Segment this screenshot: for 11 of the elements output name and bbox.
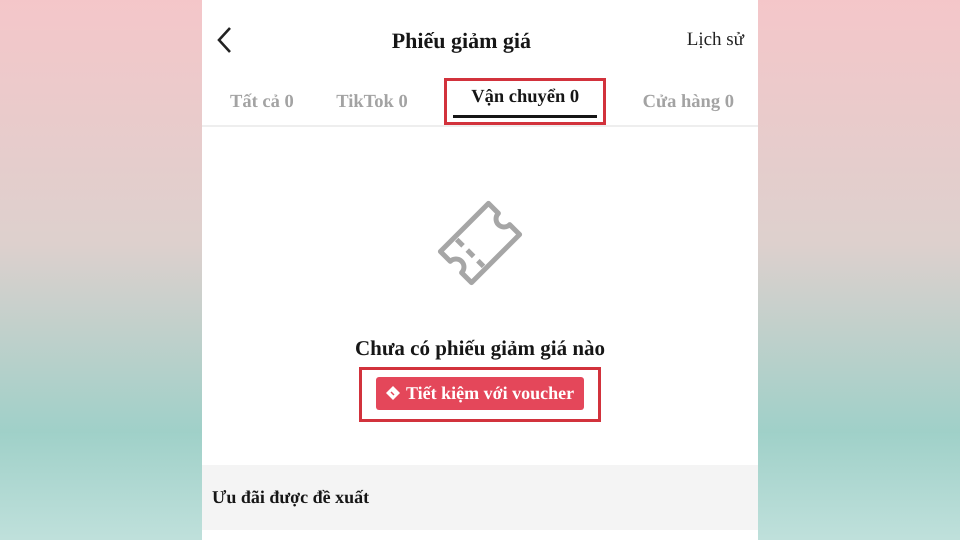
section-title: Ưu đãi được đề xuất [212,486,370,509]
tab[interactable]: Cửa hàng 0 [636,80,740,125]
tab[interactable]: Tất cả 0 [224,80,300,125]
empty-message: Chưa có phiếu giảm giá nào [354,335,606,362]
tab[interactable]: Vận chuyển 0 [453,81,598,118]
save-voucher-button[interactable]: Tiết kiệm với voucher [376,376,584,410]
history-link[interactable]: Lịch sử [686,26,744,54]
ticket-icon [386,386,400,400]
tab[interactable]: TikTok 0 [330,80,414,125]
page-title: Phiếu giảm giá [392,26,532,55]
back-icon [216,26,232,54]
